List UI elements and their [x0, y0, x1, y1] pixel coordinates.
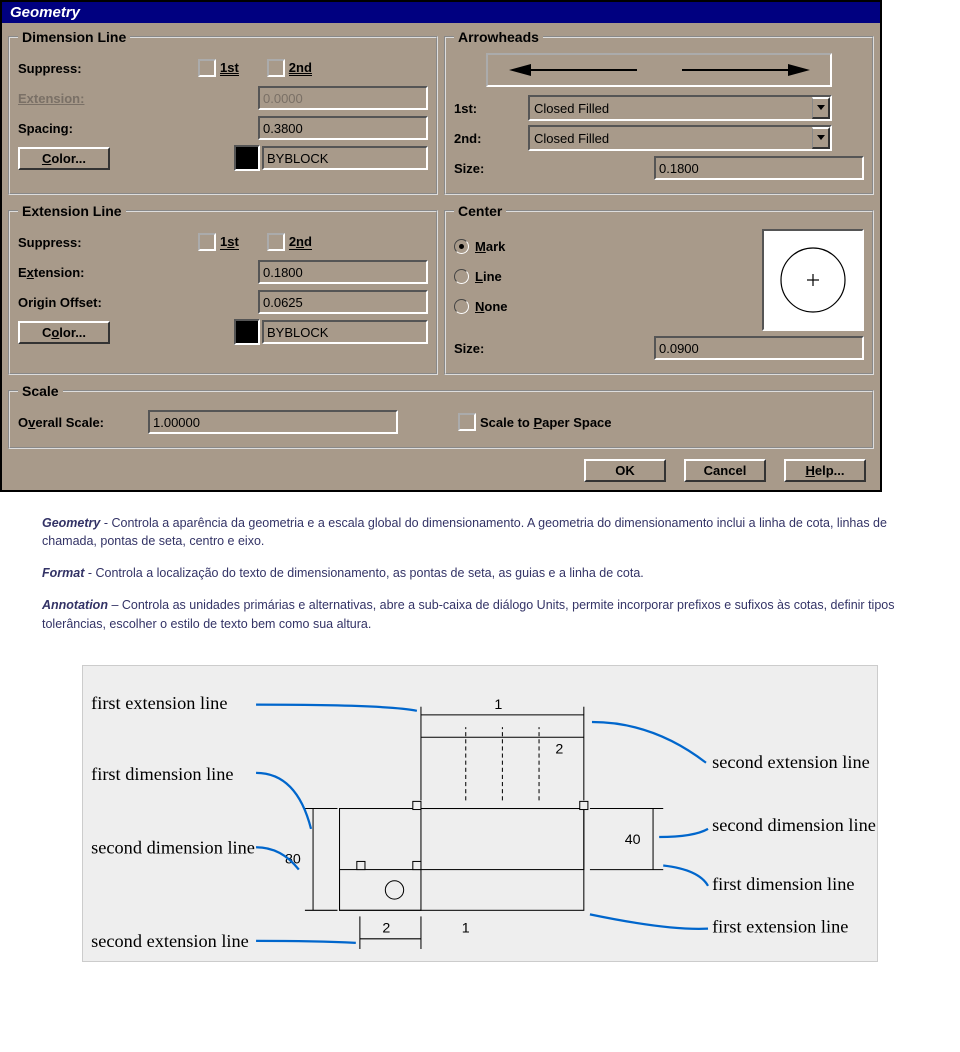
- svg-text:80: 80: [285, 851, 301, 867]
- center-none-label: None: [475, 299, 508, 314]
- svg-text:2: 2: [555, 741, 563, 757]
- svg-text:1: 1: [462, 920, 470, 936]
- el-suppress-1st-checkbox[interactable]: [198, 233, 216, 251]
- center-mark-radio[interactable]: [454, 239, 469, 254]
- dialog-body: Dimension Line Suppress: 1st 2nd Extensi…: [2, 23, 880, 490]
- dimension-line-legend: Dimension Line: [18, 29, 130, 45]
- ah-1st-value: Closed Filled: [530, 101, 812, 116]
- ok-button[interactable]: OK: [584, 459, 666, 482]
- scale-legend: Scale: [18, 383, 63, 399]
- el-color-button[interactable]: Color...: [18, 321, 110, 344]
- dl-color-swatch: [234, 145, 260, 171]
- arrowheads-preview: [486, 53, 832, 87]
- dl-extension-input: [258, 86, 428, 110]
- chevron-down-icon[interactable]: [812, 97, 830, 119]
- svg-text:second dimension line: second dimension line: [712, 815, 876, 835]
- el-extension-input[interactable]: [258, 260, 428, 284]
- scale-group: Scale Overall Scale: Scale to Paper Spac…: [8, 383, 874, 449]
- dialog-button-row: OK Cancel Help...: [8, 455, 874, 484]
- chevron-down-icon[interactable]: [812, 127, 830, 149]
- center-mark-label: Mark: [475, 239, 505, 254]
- extension-line-legend: Extension Line: [18, 203, 126, 219]
- dl-spacing-input[interactable]: [258, 116, 428, 140]
- center-preview: [762, 229, 864, 331]
- document-text: Geometry - Controla a aparência da geome…: [0, 492, 960, 657]
- svg-text:first dimension line: first dimension line: [91, 764, 233, 784]
- extension-line-group: Extension Line Suppress: 1st 2nd Extensi…: [8, 203, 438, 375]
- overall-scale-input[interactable]: [148, 410, 398, 434]
- arrow-right-icon: [680, 63, 810, 77]
- el-suppress-label: Suppress:: [18, 235, 138, 250]
- el-suppress-1st-label: 1st: [220, 234, 239, 250]
- center-legend: Center: [454, 203, 506, 219]
- dl-suppress-2nd-label: 2nd: [289, 60, 312, 76]
- dl-suppress-1st-checkbox[interactable]: [198, 59, 216, 77]
- center-group: Center Mark Line None: [444, 203, 874, 375]
- el-suppress-2nd-checkbox[interactable]: [267, 233, 285, 251]
- center-size-label: Size:: [454, 341, 504, 356]
- term-annotation: Annotation: [42, 598, 108, 612]
- center-line-radio[interactable]: [454, 269, 469, 284]
- geometry-dialog: Geometry Dimension Line Suppress: 1st 2n…: [0, 0, 882, 492]
- svg-text:second dimension line: second dimension line: [91, 837, 255, 857]
- svg-text:1: 1: [494, 696, 502, 712]
- center-none-radio[interactable]: [454, 299, 469, 314]
- dl-suppress-2nd-checkbox[interactable]: [267, 59, 285, 77]
- el-origin-offset-label: Origin Offset:: [18, 295, 138, 310]
- svg-text:2: 2: [382, 920, 390, 936]
- el-extension-label: Extension:: [18, 265, 138, 280]
- dl-suppress-label: Suppress:: [18, 61, 138, 76]
- center-line-label: Line: [475, 269, 502, 284]
- help-button[interactable]: Help...: [784, 459, 866, 482]
- el-origin-offset-input[interactable]: [258, 290, 428, 314]
- scale-to-paper-label: Scale to Paper Space: [480, 415, 612, 430]
- dl-color-value: BYBLOCK: [262, 146, 428, 170]
- ah-1st-dropdown[interactable]: Closed Filled: [528, 95, 832, 121]
- svg-text:first extension line: first extension line: [91, 692, 227, 712]
- svg-text:40: 40: [625, 832, 641, 848]
- svg-text:second extension line: second extension line: [91, 931, 249, 951]
- el-color-value: BYBLOCK: [262, 320, 428, 344]
- dl-color-button[interactable]: CColor...olor...: [18, 147, 110, 170]
- dl-extension-label: Extension:: [18, 91, 138, 106]
- overall-scale-label: Overall Scale:: [18, 415, 148, 430]
- el-suppress-2nd-label: 2nd: [289, 234, 312, 250]
- arrowheads-group: Arrowheads 1st: Closed Filled: [444, 29, 874, 195]
- dl-suppress-1st-label: 1st: [220, 60, 239, 76]
- dimension-line-group: Dimension Line Suppress: 1st 2nd Extensi…: [8, 29, 438, 195]
- term-format: Format: [42, 566, 84, 580]
- center-size-input[interactable]: [654, 336, 864, 360]
- arrow-left-icon: [509, 63, 639, 77]
- ah-2nd-value: Closed Filled: [530, 131, 812, 146]
- ah-size-label: Size:: [454, 161, 504, 176]
- svg-text:first dimension line: first dimension line: [712, 874, 854, 894]
- scale-to-paper-checkbox[interactable]: [458, 413, 476, 431]
- svg-text:second extension line: second extension line: [712, 751, 870, 771]
- el-color-swatch: [234, 319, 260, 345]
- ah-1st-label: 1st:: [454, 101, 504, 116]
- ah-2nd-dropdown[interactable]: Closed Filled: [528, 125, 832, 151]
- term-geometry: Geometry: [42, 516, 100, 530]
- ah-size-input[interactable]: [654, 156, 864, 180]
- dimension-diagram: 1 2 40 80 2 1 first extension line first…: [82, 665, 878, 962]
- ah-2nd-label: 2nd:: [454, 131, 504, 146]
- cancel-button[interactable]: Cancel: [684, 459, 766, 482]
- title-bar: Geometry: [2, 2, 880, 23]
- svg-text:first extension line: first extension line: [712, 916, 848, 936]
- dl-spacing-label: Spacing:: [18, 121, 138, 136]
- arrowheads-legend: Arrowheads: [454, 29, 543, 45]
